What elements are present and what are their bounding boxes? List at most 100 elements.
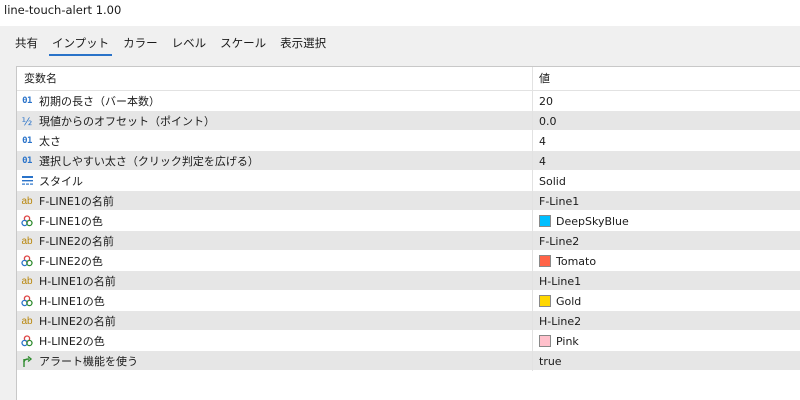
double-icon: ½ <box>21 114 33 128</box>
cell-value[interactable]: DeepSkyBlue <box>533 211 800 231</box>
value-text: true <box>539 354 562 368</box>
tab-inputs[interactable]: インプット <box>45 34 116 56</box>
grid-rows: 01 初期の長さ（バー本数） 20 ½ 現値からのオフセット（ポイント） 0.0 01 太さ 4… <box>17 91 800 371</box>
cell-value[interactable]: 20 <box>533 91 800 111</box>
color-icon <box>20 334 34 348</box>
bool-icon <box>20 354 34 368</box>
cell-value[interactable]: F-Line1 <box>533 191 800 211</box>
int-icon: 01 <box>22 96 32 106</box>
table-row[interactable]: ab H-LINE2の名前 H-Line2 <box>17 311 800 331</box>
value-text: Pink <box>556 334 579 348</box>
cell-variable-name: H-LINE1の色 <box>17 291 533 311</box>
color-swatch[interactable] <box>539 215 551 227</box>
table-row[interactable]: ab F-LINE2の名前 F-Line2 <box>17 231 800 251</box>
grid-header: 変数名 値 <box>17 67 800 91</box>
table-row[interactable]: F-LINE1の色 DeepSkyBlue <box>17 211 800 231</box>
input-parameters-grid: 変数名 値 01 初期の長さ（バー本数） 20 ½ 現値からのオフセット（ポイント） 0.… <box>16 66 800 400</box>
value-text: 20 <box>539 94 553 108</box>
cell-variable-name: ab F-LINE1の名前 <box>17 191 533 211</box>
variable-name-label: H-LINE2の名前 <box>39 315 116 328</box>
value-text: DeepSkyBlue <box>556 214 629 228</box>
string-icon: ab <box>21 195 33 207</box>
table-row[interactable]: ½ 現値からのオフセット（ポイント） 0.0 <box>17 111 800 131</box>
variable-name-label: 初期の長さ（バー本数） <box>39 95 160 108</box>
string-icon: ab <box>21 315 33 327</box>
cell-variable-name: F-LINE1の色 <box>17 211 533 231</box>
variable-name-label: 太さ <box>39 135 61 148</box>
value-text: H-Line1 <box>539 274 582 288</box>
table-row[interactable]: 01 太さ 4 <box>17 131 800 151</box>
tab-scale[interactable]: スケール <box>213 34 273 56</box>
variable-name-label: F-LINE1の色 <box>39 215 103 228</box>
table-row[interactable]: F-LINE2の色 Tomato <box>17 251 800 271</box>
color-icon <box>20 214 34 228</box>
dialog-panel: 共有 インプット カラー レベル スケール 表示選択 変数名 値 01 初期の長さ… <box>0 26 800 400</box>
variable-name-label: F-LINE1の名前 <box>39 195 114 208</box>
variable-name-label: スタイル <box>39 175 83 188</box>
cell-variable-name: ½ 現値からのオフセット（ポイント） <box>17 111 533 131</box>
cell-variable-name: 01 太さ <box>17 131 533 151</box>
variable-name-label: 現値からのオフセット（ポイント） <box>39 115 215 128</box>
value-text: Gold <box>556 294 582 308</box>
cell-value[interactable]: Solid <box>533 171 800 191</box>
variable-name-label: F-LINE2の名前 <box>39 235 114 248</box>
tab-bar: 共有 インプット カラー レベル スケール 表示選択 <box>8 34 333 58</box>
window-title: line-touch-alert 1.00 <box>4 3 122 17</box>
cell-variable-name: ab H-LINE2の名前 <box>17 311 533 331</box>
cell-value[interactable]: 4 <box>533 151 800 171</box>
variable-name-label: H-LINE1の色 <box>39 295 105 308</box>
cell-value[interactable]: H-Line1 <box>533 271 800 291</box>
cell-value[interactable]: Tomato <box>533 251 800 271</box>
variable-name-label: H-LINE2の色 <box>39 335 105 348</box>
variable-name-label: F-LINE2の色 <box>39 255 103 268</box>
column-header-variable[interactable]: 変数名 <box>17 67 533 91</box>
value-text: H-Line2 <box>539 314 582 328</box>
int-icon: 01 <box>22 136 32 146</box>
cell-variable-name: 01 選択しやすい太さ（クリック判定を広げる） <box>17 151 533 171</box>
cell-value[interactable]: F-Line2 <box>533 231 800 251</box>
table-row[interactable]: 01 初期の長さ（バー本数） 20 <box>17 91 800 111</box>
color-swatch[interactable] <box>539 295 551 307</box>
color-icon <box>20 254 34 268</box>
string-icon: ab <box>21 235 33 247</box>
cell-variable-name: F-LINE2の色 <box>17 251 533 271</box>
line-style-icon <box>20 174 34 188</box>
cell-variable-name: ab H-LINE1の名前 <box>17 271 533 291</box>
color-swatch[interactable] <box>539 255 551 267</box>
cell-variable-name: スタイル <box>17 171 533 191</box>
value-text: Solid <box>539 174 566 188</box>
tab-colors[interactable]: カラー <box>116 34 165 56</box>
color-icon <box>20 294 34 308</box>
variable-name-label: 選択しやすい太さ（クリック判定を広げる） <box>39 155 259 168</box>
cell-variable-name: アラート機能を使う <box>17 351 533 371</box>
value-text: 0.0 <box>539 114 557 128</box>
cell-value[interactable]: true <box>533 351 800 371</box>
table-row[interactable]: H-LINE1の色 Gold <box>17 291 800 311</box>
tab-common[interactable]: 共有 <box>8 34 45 56</box>
cell-variable-name: ab F-LINE2の名前 <box>17 231 533 251</box>
cell-value[interactable]: Gold <box>533 291 800 311</box>
int-icon: 01 <box>22 156 32 166</box>
cell-variable-name: 01 初期の長さ（バー本数） <box>17 91 533 111</box>
title-bar: line-touch-alert 1.00 <box>0 0 800 26</box>
string-icon: ab <box>21 275 33 287</box>
column-header-value[interactable]: 値 <box>533 67 800 91</box>
table-row[interactable]: アラート機能を使う true <box>17 351 800 371</box>
table-row[interactable]: スタイル Solid <box>17 171 800 191</box>
value-text: 4 <box>539 154 546 168</box>
cell-value[interactable]: H-Line2 <box>533 311 800 331</box>
variable-name-label: H-LINE1の名前 <box>39 275 116 288</box>
cell-value[interactable]: Pink <box>533 331 800 351</box>
tab-visualization[interactable]: 表示選択 <box>273 34 333 56</box>
table-row[interactable]: ab H-LINE1の名前 H-Line1 <box>17 271 800 291</box>
table-row[interactable]: 01 選択しやすい太さ（クリック判定を広げる） 4 <box>17 151 800 171</box>
value-text: F-Line1 <box>539 194 580 208</box>
table-row[interactable]: H-LINE2の色 Pink <box>17 331 800 351</box>
value-text: 4 <box>539 134 546 148</box>
table-row[interactable]: ab F-LINE1の名前 F-Line1 <box>17 191 800 211</box>
color-swatch[interactable] <box>539 335 551 347</box>
tab-levels[interactable]: レベル <box>165 34 214 56</box>
value-text: F-Line2 <box>539 234 580 248</box>
cell-value[interactable]: 0.0 <box>533 111 800 131</box>
cell-value[interactable]: 4 <box>533 131 800 151</box>
